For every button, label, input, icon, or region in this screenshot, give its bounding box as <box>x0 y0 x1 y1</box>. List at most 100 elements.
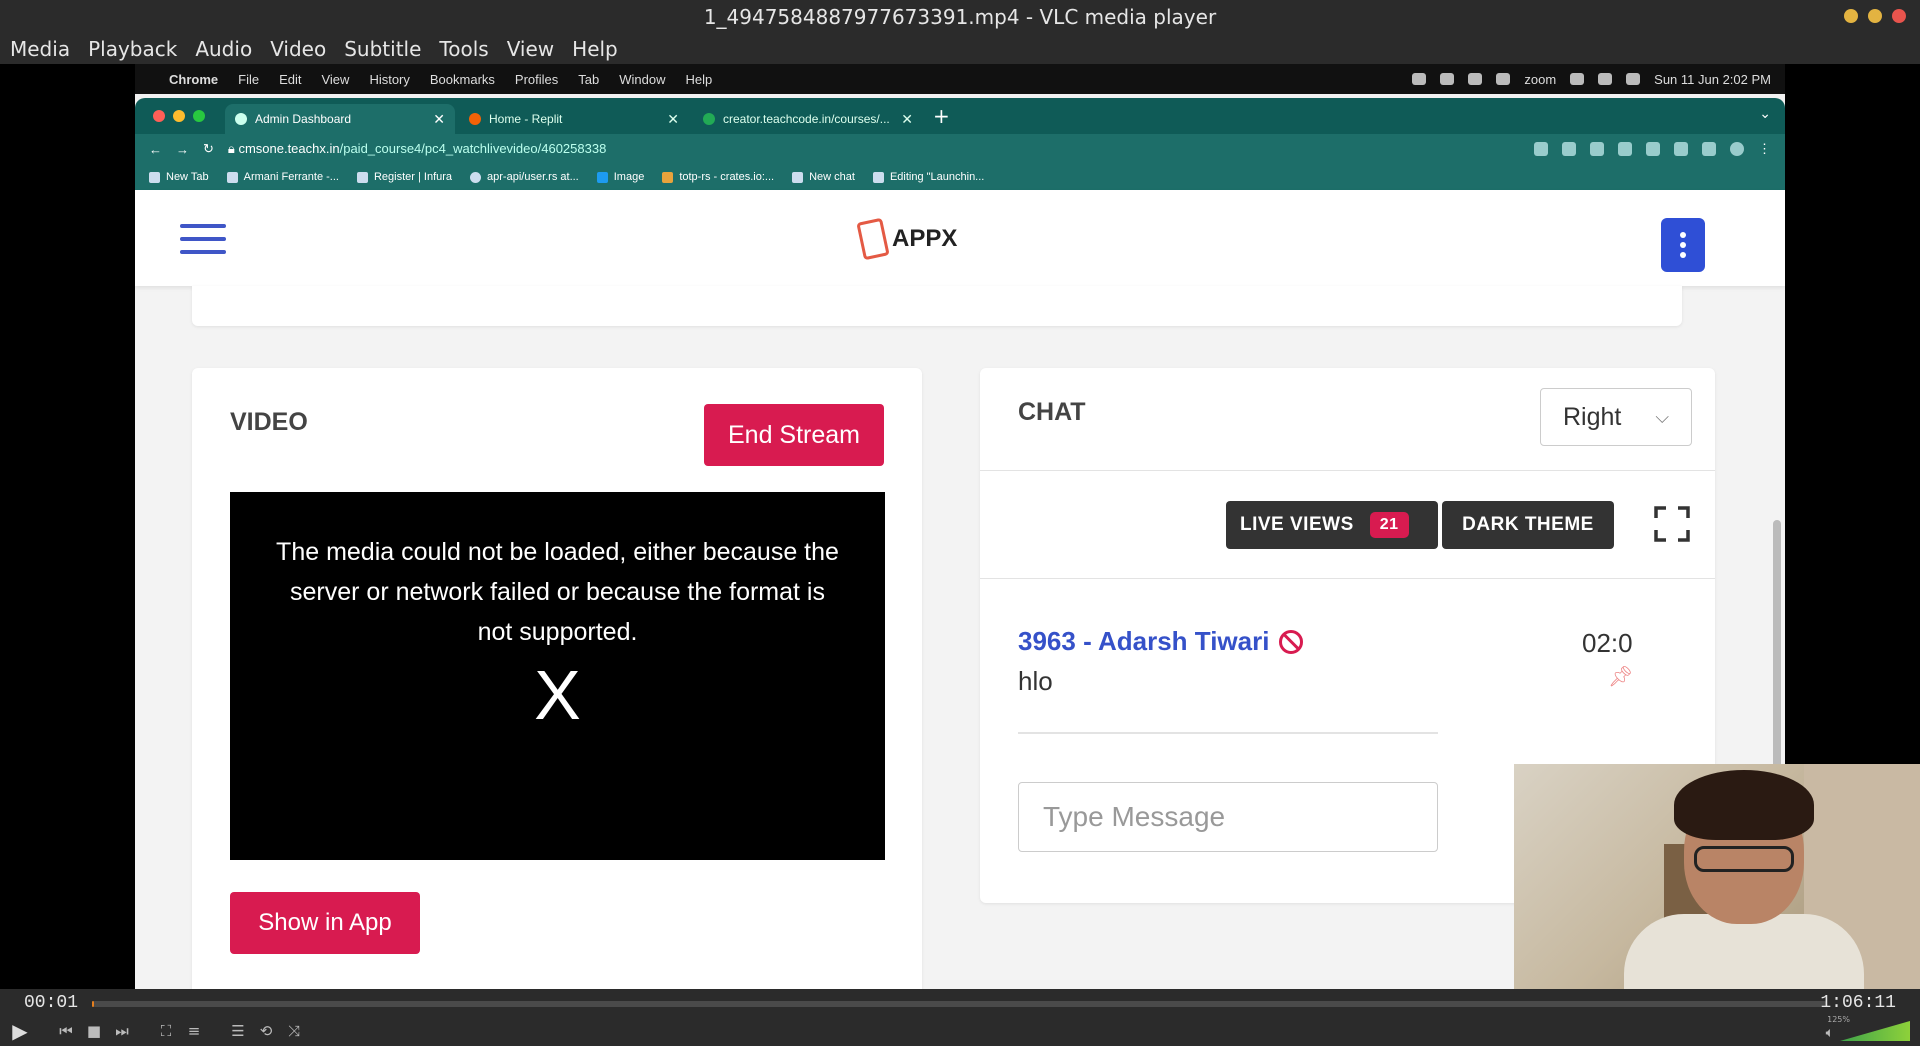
block-user-icon <box>1279 629 1304 654</box>
replit-icon <box>469 113 481 125</box>
video-card: VIDEO End Stream The media could not be … <box>192 368 922 989</box>
window-title: 1_4947584887977673391.mp4 - VLC media pl… <box>703 5 1217 29</box>
globe-icon <box>235 113 247 125</box>
hamburger-menu-icon <box>180 224 226 254</box>
loop-button[interactable]: ⟲ <box>254 1020 278 1042</box>
status-icon <box>1496 73 1511 85</box>
live-views-label: LIVE VIEWS <box>1240 514 1354 535</box>
elapsed-time: 00:01 <box>24 993 79 1013</box>
live-views-count: 21 <box>1369 512 1409 538</box>
vlc-menu-bar: Media Playback Audio Video Subtitle Tool… <box>0 34 1920 64</box>
bookmark-icon <box>356 171 368 183</box>
chat-author-name: 3963 - Adarsh Tiwari <box>1018 626 1270 656</box>
status-icon <box>1412 73 1427 85</box>
divider <box>980 578 1715 579</box>
video-area[interactable]: Chrome File Edit View History Bookmarks … <box>0 64 1920 989</box>
star-icon <box>1590 142 1604 156</box>
dark-theme-button: DARK THEME <box>1442 501 1614 549</box>
bookmark-item: Image <box>596 171 644 183</box>
volume-control[interactable]: 125% 🔈︎ <box>1826 1015 1910 1041</box>
bookmark-item: New Tab <box>149 171 209 183</box>
mac-menu-help: Help <box>685 71 713 87</box>
chat-position-value: Right <box>1563 402 1622 431</box>
chrome-tab-strip: Admin Dashboard ✕ Home - Replit ✕ creato… <box>135 98 1785 134</box>
url-path: /paid_course4/pc4_watchlivevideo/4602583… <box>339 141 607 156</box>
total-time: 1:06:11 <box>1820 993 1896 1013</box>
bookmark-item: apr-api/user.rs at... <box>470 171 579 183</box>
presenter-body <box>1624 914 1864 989</box>
next-button[interactable]: ⏭ <box>110 1020 134 1042</box>
top-card <box>192 286 1682 326</box>
playlist-button[interactable]: ☰ <box>226 1020 250 1042</box>
stop-button[interactable]: ■ <box>82 1020 106 1042</box>
presenter-hair <box>1674 770 1814 840</box>
tab-admin-dashboard: Admin Dashboard ✕ <box>225 104 455 134</box>
embedded-player: The media could not be loaded, either be… <box>230 492 885 860</box>
mac-menu-bookmarks: Bookmarks <box>429 71 495 87</box>
chat-position-select: Right ⌵ <box>1540 388 1692 446</box>
mac-menu-profiles: Profiles <box>514 71 559 87</box>
mac-clock: Sun 11 Jun 2:02 PM <box>1654 71 1771 87</box>
mac-menu-edit: Edit <box>279 71 302 87</box>
vlc-title-bar: 1_4947584887977673391.mp4 - VLC media pl… <box>0 0 1920 34</box>
fullscreen-icon <box>1654 506 1690 542</box>
bookmark-icon <box>226 171 238 183</box>
volume-slider[interactable] <box>1840 1021 1910 1041</box>
chrome-traffic-lights <box>153 110 205 122</box>
speaker-icon[interactable]: 🔈︎ <box>1826 1025 1834 1041</box>
maximize-button[interactable] <box>1868 9 1882 23</box>
close-icon: ✕ <box>901 110 913 127</box>
more-options-button <box>1661 218 1705 272</box>
battery-icon <box>1570 73 1585 85</box>
end-stream-button: End Stream <box>704 404 884 466</box>
page-icon <box>703 113 715 125</box>
seek-progress <box>92 1001 94 1007</box>
play-button[interactable]: ▶ <box>6 1020 34 1042</box>
error-x-icon: X <box>534 656 581 734</box>
chat-message-author: 3963 - Adarsh Tiwari <box>1018 626 1304 657</box>
mac-menu-view: View <box>321 71 350 87</box>
shuffle-button[interactable]: ⤨ <box>282 1020 306 1042</box>
chat-message-time: 02:0 <box>1582 628 1633 658</box>
twitter-icon <box>596 171 608 183</box>
minimize-icon <box>173 110 185 122</box>
mac-menu-chrome: Chrome <box>169 71 219 87</box>
status-icon <box>1468 73 1483 85</box>
seek-slider[interactable] <box>92 1001 1827 1007</box>
menu-subtitle[interactable]: Subtitle <box>342 37 423 61</box>
menu-view[interactable]: View <box>505 37 556 61</box>
minimize-button[interactable] <box>1844 9 1858 23</box>
menu-help[interactable]: Help <box>570 37 620 61</box>
new-tab-icon: + <box>933 104 950 128</box>
fullscreen-button[interactable]: ⛶ <box>154 1020 178 1042</box>
mac-menu-bar: Chrome File Edit View History Bookmarks … <box>135 64 1785 94</box>
bookmark-item: totp-rs - crates.io:... <box>662 171 774 183</box>
previous-button[interactable]: ⏮ <box>54 1020 78 1042</box>
menu-audio[interactable]: Audio <box>193 37 254 61</box>
extended-settings-button[interactable]: ≡ <box>182 1020 206 1042</box>
window-controls <box>1844 9 1906 23</box>
close-button[interactable] <box>1892 9 1906 23</box>
menu-playback[interactable]: Playback <box>86 37 179 61</box>
bookmark-item: Register | Infura <box>356 171 452 183</box>
show-in-app-button: Show in App <box>230 892 420 954</box>
url-host: cmsone.teachx.in <box>238 141 340 156</box>
menu-tools[interactable]: Tools <box>437 37 490 61</box>
chat-message-text: hlo <box>1018 666 1053 696</box>
menu-video[interactable]: Video <box>268 37 328 61</box>
menu-media[interactable]: Media <box>8 37 72 61</box>
back-icon: ← <box>149 141 162 157</box>
zoom-status-label: zoom <box>1524 71 1557 87</box>
appx-logo: APPX <box>856 217 957 261</box>
chat-icon <box>792 171 804 183</box>
tab-home-replit: Home - Replit ✕ <box>459 104 689 134</box>
chat-message-input <box>1018 782 1438 852</box>
volume-level: 125% <box>1827 1015 1850 1024</box>
video-card-title: VIDEO <box>230 408 308 436</box>
logo-icon <box>856 217 890 261</box>
close-icon <box>153 110 165 122</box>
wifi-icon <box>1598 73 1613 85</box>
puzzle-icon <box>1674 142 1688 156</box>
vlc-controls: 00:01 1:06:11 ▶ ⏮ ■ ⏭ ⛶ ≡ ☰ ⟲ ⤨ 125% 🔈︎ <box>0 989 1920 1046</box>
close-icon: ✕ <box>433 110 445 127</box>
